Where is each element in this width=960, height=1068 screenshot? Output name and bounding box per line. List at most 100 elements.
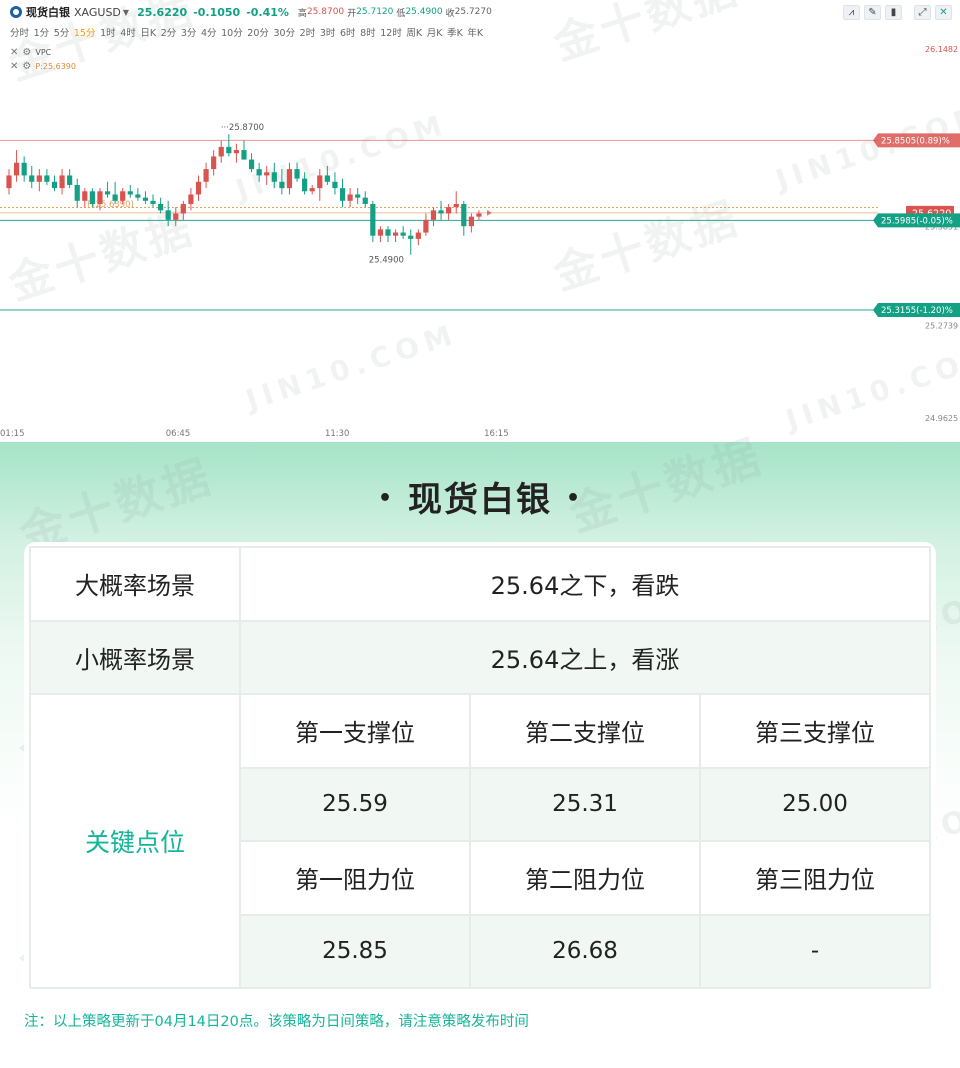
interval-16[interactable]: 8时 — [360, 25, 376, 39]
candle-body — [218, 146, 224, 157]
candle-body — [82, 191, 88, 201]
interval-2[interactable]: 5分 — [54, 25, 70, 39]
y-axis-label: 25.2739 — [925, 321, 958, 330]
support-value: 25.59 — [239, 766, 471, 842]
y-axis-label: 26.1482 — [925, 45, 958, 54]
price-change: -0.1050 — [193, 5, 241, 19]
candle-body — [203, 169, 209, 182]
close-chart-icon[interactable]: ✕ — [935, 5, 952, 20]
interval-14[interactable]: 3时 — [320, 25, 336, 39]
y-axis-label: 24.9625 — [925, 414, 958, 423]
interval-9[interactable]: 4分 — [201, 25, 217, 39]
table-row: 小概率场景 25.64之上，看涨 — [29, 619, 931, 695]
candle-body — [302, 178, 308, 192]
candle-body — [309, 188, 315, 192]
candle-body — [195, 181, 202, 195]
interval-13[interactable]: 2时 — [300, 25, 316, 39]
candle-body — [271, 172, 277, 182]
key-levels-label: 关键点位 — [29, 693, 241, 989]
interval-18[interactable]: 周K — [406, 25, 422, 39]
gear-icon[interactable]: ⚙ — [22, 47, 31, 58]
candle-body — [142, 197, 149, 201]
gear-icon[interactable]: ⚙ — [22, 61, 31, 72]
chart-area[interactable]: 金十数据 金十数据 JIN10.COM JIN10.COM 金十数据 金十数据 JIN10.… — [0, 0, 960, 442]
price-change-pct: -0.41% — [246, 5, 289, 19]
candle-style-icon[interactable]: ▮ — [885, 5, 902, 20]
interval-12[interactable]: 30分 — [273, 25, 295, 39]
interval-3[interactable]: 15分 — [74, 25, 96, 39]
interval-20[interactable]: 季K — [447, 25, 463, 39]
candle-body — [36, 175, 42, 182]
low-annotation: 25.4900 — [369, 256, 404, 266]
low-label: 低 — [396, 8, 406, 19]
interval-5[interactable]: 4时 — [120, 25, 136, 39]
indicator-row-vpc: ✕ ⚙ VPC — [10, 46, 51, 58]
interval-7[interactable]: 2分 — [161, 25, 177, 39]
chevron-down-icon[interactable]: ▼ — [123, 8, 129, 17]
candle-body — [453, 203, 459, 208]
resistance-value: - — [699, 913, 931, 989]
candle-body — [248, 159, 255, 170]
candle-body — [13, 162, 20, 176]
interval-4[interactable]: 1时 — [100, 25, 116, 39]
candle-body — [408, 235, 414, 239]
close-icon[interactable]: ✕ — [10, 61, 18, 72]
candle-body — [120, 191, 126, 201]
resistance-header: 第三阻力位 — [699, 840, 931, 916]
x-axis-label: 06:45 — [166, 429, 191, 439]
x-axis-label: 16:15 — [484, 429, 509, 439]
candle-body — [264, 172, 270, 176]
interval-15[interactable]: 6时 — [340, 25, 356, 39]
candle-body — [324, 175, 330, 182]
close-label: 收 — [445, 8, 455, 19]
resistance-header: 第二阻力位 — [469, 840, 701, 916]
support-header: 第三支撑位 — [699, 693, 931, 769]
candle-body — [233, 150, 239, 154]
candle-body — [173, 213, 179, 220]
strategy-table: 大概率场景 25.64之下，看跌 小概率场景 25.64之上，看涨 关键点位 第… — [29, 546, 931, 989]
indicator-icon[interactable]: ⩘ — [843, 5, 860, 20]
candle-body — [468, 216, 474, 227]
interval-10[interactable]: 10分 — [221, 25, 243, 39]
interval-19[interactable]: 月K — [427, 25, 443, 39]
instrument-symbol[interactable]: XAGUSD — [74, 6, 121, 19]
candle-body — [339, 188, 346, 201]
candle-body — [415, 232, 421, 239]
candle-body — [279, 181, 285, 189]
interval-21[interactable]: 年K — [467, 25, 483, 39]
interval-0[interactable]: 分时 — [10, 25, 29, 39]
candle-body — [74, 184, 80, 201]
candle-body — [385, 229, 391, 236]
interval-17[interactable]: 12时 — [380, 25, 402, 39]
candle-body — [6, 175, 12, 189]
interval-11[interactable]: 20分 — [247, 25, 269, 39]
interval-1[interactable]: 1分 — [34, 25, 50, 39]
interval-6[interactable]: 日K — [140, 25, 156, 39]
candle-body — [188, 194, 194, 204]
current-price-marker — [486, 209, 492, 216]
indicator-row-pivot: ✕ ⚙ P:25.6390 — [10, 60, 76, 72]
candle-body — [51, 181, 58, 189]
candle-body — [112, 194, 118, 201]
quote-header: 现货白银 XAGUSD ▼ 25.6220 -0.1050 -0.41% 高 2… — [10, 4, 492, 20]
silver-logo-icon — [10, 6, 22, 18]
open-label: 开 — [347, 8, 357, 19]
title-dot: • — [377, 486, 394, 511]
candle-body — [67, 175, 73, 185]
instrument-name: 现货白银 — [26, 6, 70, 19]
candle-body — [317, 175, 323, 189]
watermark: JIN10.COM — [240, 317, 461, 417]
fullscreen-icon[interactable]: ⤢ — [914, 5, 931, 20]
close-icon[interactable]: ✕ — [10, 47, 18, 58]
candle-body — [461, 203, 467, 227]
panel-title-text: 现货白银 — [408, 480, 552, 520]
open-value: 25.7120 — [356, 7, 394, 17]
candlestick-chart[interactable]: 金十数据 金十数据JIN10.COM JIN10.COM金十数据 金十数据JIN10.… — [0, 0, 960, 442]
last-price: 25.6220 — [137, 5, 188, 19]
interval-selector: 分时 1分 5分 15分 1时 4时 日K 2分 3分 4分 10分 20分 30分 2时 3时 6时 8时 12… — [10, 25, 488, 39]
draw-pen-icon[interactable]: ✎ — [864, 5, 881, 20]
interval-8[interactable]: 3分 — [181, 25, 197, 39]
candle-body — [165, 210, 171, 220]
candle-body — [256, 169, 262, 176]
scenario-value: 25.64之上，看涨 — [239, 619, 931, 695]
